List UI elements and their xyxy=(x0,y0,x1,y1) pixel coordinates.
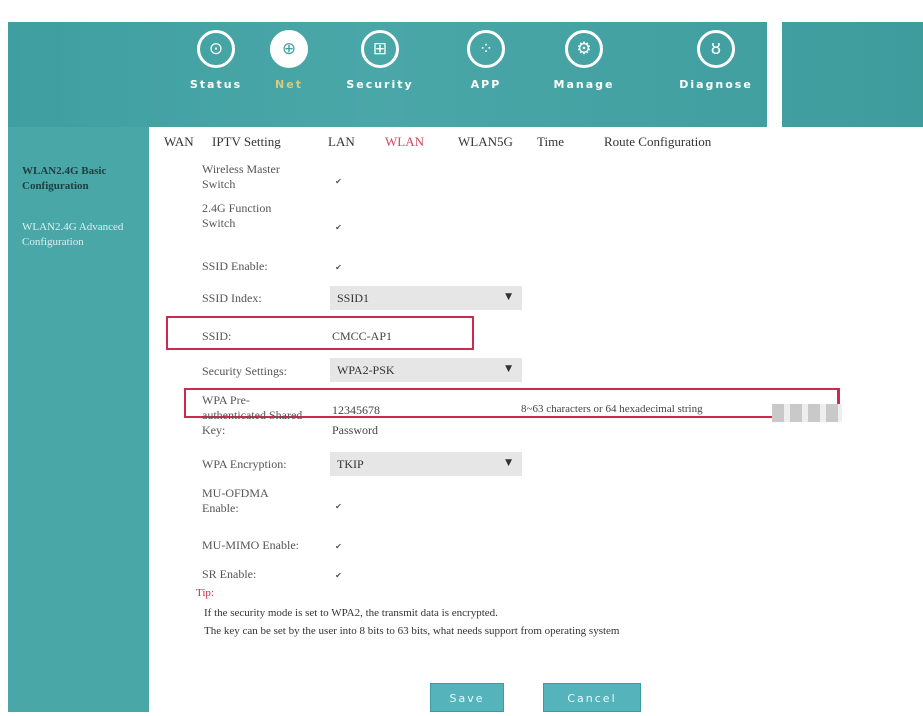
sub-navigation: WAN IPTV Setting LAN WLAN WLAN5G Time Ro… xyxy=(160,127,780,157)
tab-route-configuration[interactable]: Route Configuration xyxy=(604,134,711,150)
tip-line-1: If the security mode is set to WPA2, the… xyxy=(204,607,498,619)
status-icon: ⊙ xyxy=(197,30,235,68)
stethoscope-icon: ȣ xyxy=(697,30,735,68)
gear-icon: ⚙ xyxy=(565,30,603,68)
chevron-down-icon: ▼ xyxy=(505,458,512,468)
sidebar: WLAN2.4G Basic Configuration WLAN2.4G Ad… xyxy=(8,127,149,712)
wpa-key-input[interactable]: 12345678 xyxy=(332,403,380,418)
tab-wlan5g[interactable]: WLAN5G xyxy=(458,134,513,150)
nav-status[interactable]: ⊙ Status xyxy=(186,30,246,91)
ssid-index-value: SSID1 xyxy=(337,291,370,305)
security-settings-label: Security Settings: xyxy=(202,364,287,378)
wpa-key-hint: 8~63 characters or 64 hexadecimal string xyxy=(521,403,703,415)
nav-label: Security xyxy=(346,78,414,91)
nav-net[interactable]: ⊕ Net xyxy=(266,30,312,91)
function-switch-label: 2.4G Function Switch xyxy=(202,201,272,230)
sr-enable-checkbox[interactable]: ✔ xyxy=(334,571,343,580)
cancel-button[interactable]: Cancel xyxy=(543,683,641,712)
ssid-enable-checkbox[interactable]: ✔ xyxy=(334,263,343,272)
mu-ofdma-checkbox[interactable]: ✔ xyxy=(334,502,343,511)
ssid-label: SSID: xyxy=(202,329,232,343)
mu-ofdma-label: MU-OFDMA Enable: xyxy=(202,486,269,515)
ssid-index-select[interactable]: SSID1 ▼ xyxy=(330,286,522,310)
chevron-down-icon: ▼ xyxy=(505,292,512,302)
security-settings-value: WPA2-PSK xyxy=(337,363,395,377)
shield-icon: ⊞ xyxy=(361,30,399,68)
ssid-enable-label: SSID Enable: xyxy=(202,259,268,273)
wpa-key-label: WPA Pre-authenticated Shared Key: xyxy=(202,393,303,437)
nav-security[interactable]: ⊞ Security xyxy=(338,30,422,91)
password-label: Password xyxy=(332,423,379,437)
tab-time[interactable]: Time xyxy=(537,134,564,150)
mu-mimo-checkbox[interactable]: ✔ xyxy=(334,542,343,551)
wpa-encryption-select[interactable]: TKIP ▼ xyxy=(330,452,522,476)
nav-label: Status xyxy=(189,78,243,91)
tab-lan[interactable]: LAN xyxy=(328,134,355,150)
nav-manage[interactable]: ⚙ Manage xyxy=(544,30,624,91)
banner-divider xyxy=(767,22,782,127)
apps-icon: ⁘ xyxy=(467,30,505,68)
save-button[interactable]: Save xyxy=(430,683,504,712)
ssid-input[interactable]: CMCC-AP1 xyxy=(332,329,392,344)
nav-label: APP xyxy=(470,78,502,91)
wpa-encryption-value: TKIP xyxy=(337,457,364,471)
wireless-master-switch-label: Wireless Master Switch xyxy=(202,162,280,191)
sidebar-item-basic-config[interactable]: WLAN2.4G Basic Configuration xyxy=(22,164,142,194)
wlan-form: Wireless Master Switch ✔ 2.4G Function S… xyxy=(150,157,840,712)
tab-wan[interactable]: WAN xyxy=(164,134,194,150)
security-settings-select[interactable]: WPA2-PSK ▼ xyxy=(330,358,522,382)
wpa-encryption-label: WPA Encryption: xyxy=(202,457,287,471)
nav-label: Manage xyxy=(553,78,615,91)
nav-label: Diagnose xyxy=(679,78,753,91)
nav-app[interactable]: ⁘ APP xyxy=(456,30,516,91)
globe-icon: ⊕ xyxy=(270,30,308,68)
blurred-region xyxy=(772,404,842,422)
wireless-master-switch-checkbox[interactable]: ✔ xyxy=(334,177,343,186)
tip-title: Tip: xyxy=(196,587,214,599)
tip-line-2: The key can be set by the user into 8 bi… xyxy=(204,625,620,637)
mu-mimo-label: MU-MIMO Enable: xyxy=(202,538,299,552)
nav-diagnose[interactable]: ȣ Diagnose xyxy=(668,30,764,91)
function-switch-checkbox[interactable]: ✔ xyxy=(334,223,343,232)
tab-iptv-setting[interactable]: IPTV Setting xyxy=(212,134,281,150)
chevron-down-icon: ▼ xyxy=(505,364,512,374)
sidebar-item-advanced-config[interactable]: WLAN2.4G Advanced Configuration xyxy=(22,220,142,250)
tab-wlan[interactable]: WLAN xyxy=(385,134,424,150)
sr-enable-label: SR Enable: xyxy=(202,567,257,581)
ssid-index-label: SSID Index: xyxy=(202,291,262,305)
nav-label: Net xyxy=(275,78,303,91)
